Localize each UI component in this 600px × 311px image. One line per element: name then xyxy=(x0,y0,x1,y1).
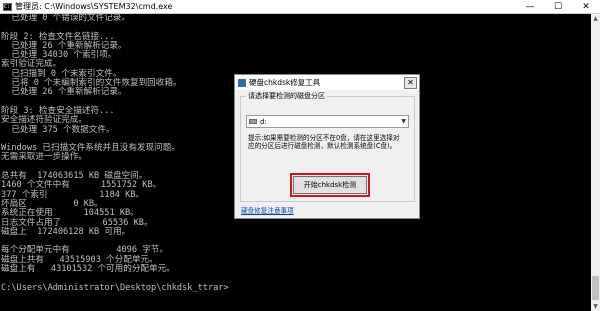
window-controls: — ☐ ✕ xyxy=(516,0,600,13)
console-line: 已处理 34030 个索引项。 xyxy=(1,50,117,61)
maximize-button[interactable]: ☐ xyxy=(544,0,572,13)
drive-icon xyxy=(249,119,257,124)
scroll-up-arrow-icon[interactable]: ▲ xyxy=(591,14,600,23)
help-link[interactable]: 硬盘修复注意事项 xyxy=(241,205,294,215)
tip-text: 提示:如果需要检测的分区不在0盘，请在这里选择对应的分区后进行磁盘检测，默认检测… xyxy=(248,134,400,150)
console-scrollbar[interactable]: ▲ ▼ xyxy=(591,14,600,311)
console-line: 磁盘上 172406128 KB 可用。 xyxy=(1,226,131,237)
window-title: 管理员: C:\Windows\SYSTEM32\cmd.exe xyxy=(15,2,173,11)
dialog-titlebar[interactable]: 硬盘chkdsk修复工具 ✕ xyxy=(235,75,419,90)
cmd-titlebar[interactable]: C: 管理员: C:\Windows\SYSTEM32\cmd.exe — ☐ … xyxy=(0,0,600,14)
console-line: 已处理 0 个错误的文件记录。 xyxy=(1,14,130,23)
scroll-thumb[interactable] xyxy=(592,276,599,300)
drive-value: d: xyxy=(260,117,267,126)
scroll-down-arrow-icon[interactable]: ▼ xyxy=(591,302,600,311)
group-label: 请选择要检测的磁盘分区 xyxy=(246,91,327,101)
chkdsk-tool-dialog: 硬盘chkdsk修复工具 ✕ 请选择要检测的磁盘分区 d: ▼ 提示:如果需要检… xyxy=(234,74,420,219)
cmd-icon: C: xyxy=(3,2,12,11)
minimize-button[interactable]: — xyxy=(516,0,544,13)
chevron-down-icon[interactable]: ▼ xyxy=(401,116,406,127)
console-line: 磁盘上有 43101532 个可用的分配单元。 xyxy=(1,264,175,275)
close-button[interactable]: ✕ xyxy=(572,0,600,13)
console-line: C:\Users\Administrator\Desktop\chkdsk_tt… xyxy=(1,282,229,293)
dialog-title: 硬盘chkdsk修复工具 xyxy=(249,78,321,87)
start-chkdsk-button[interactable]: 开始chkdsk检测 xyxy=(293,176,367,194)
dialog-close-button[interactable]: ✕ xyxy=(404,77,417,89)
drive-select[interactable]: d: ▼ xyxy=(246,115,409,128)
app-icon xyxy=(238,78,246,87)
